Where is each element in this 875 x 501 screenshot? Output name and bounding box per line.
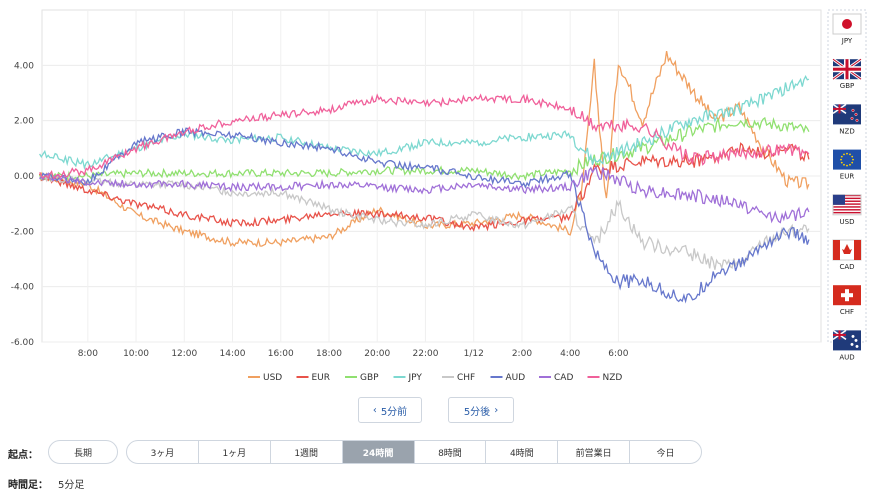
x-tick-label: 4:00 xyxy=(560,349,580,359)
chart-grid xyxy=(41,9,822,343)
flag-star xyxy=(840,161,843,164)
range-option[interactable]: 8時間 xyxy=(415,441,487,463)
flag-star xyxy=(854,338,858,342)
flag-star xyxy=(851,334,855,338)
y-tick-label: 2.00 xyxy=(14,117,34,127)
legend-item-aud[interactable]: AUD xyxy=(490,373,526,383)
legend-item-nzd[interactable]: NZD xyxy=(587,373,623,383)
legend-label: CAD xyxy=(554,373,573,383)
range-label: 起点： xyxy=(8,450,38,461)
range-option[interactable]: 前営業日 xyxy=(558,441,631,463)
flag-star xyxy=(843,163,845,166)
x-tick-label: 6:00 xyxy=(608,349,628,359)
flag-label: AUD xyxy=(839,353,854,361)
legend-label: AUD xyxy=(506,373,526,383)
legend-item-cad[interactable]: CAD xyxy=(539,373,573,383)
legend-label: USD xyxy=(263,373,282,383)
chevron-right-icon: › xyxy=(494,404,499,416)
range-selector: 3ヶ月 1ヶ月 1週間 24時間 8時間 4時間 前営業日 今日 xyxy=(126,440,702,464)
range-option[interactable]: 1週間 xyxy=(271,441,343,463)
flag-label: USD xyxy=(840,218,855,226)
flag-star xyxy=(843,153,845,156)
flag-stripe xyxy=(833,209,861,211)
flag-star xyxy=(851,108,855,112)
y-tick-label: 4.00 xyxy=(14,61,34,71)
flag-star xyxy=(851,161,854,164)
flag-canton xyxy=(833,194,845,205)
flag-aud[interactable]: AUD xyxy=(832,329,861,361)
flag-band xyxy=(854,240,861,260)
range-option[interactable]: 3ヶ月 xyxy=(127,441,199,463)
flag-stripe xyxy=(833,206,861,208)
legend-item-usd[interactable]: USD xyxy=(248,373,282,383)
legend-label: JPY xyxy=(408,373,423,383)
legend-label: EUR xyxy=(312,373,331,383)
flag-star xyxy=(855,118,859,122)
flag-star xyxy=(854,112,858,116)
y-tick-label: -2.00 xyxy=(11,227,35,237)
y-tick-label: -6.00 xyxy=(11,338,35,348)
flag-label: CHF xyxy=(840,308,854,316)
x-tick-label: 14:00 xyxy=(220,349,246,359)
flag-label: EUR xyxy=(840,173,855,181)
x-tick-label: 12:00 xyxy=(171,349,197,359)
chart-legend: USD EUR GBP JPY CHF AUD CAD NZD xyxy=(248,373,622,383)
y-axis: 4.00 2.00 0.00 -2.00 -4.00 -6.00 xyxy=(11,61,35,348)
range-option[interactable]: 今日 xyxy=(630,441,701,463)
flag-label: NZD xyxy=(839,127,854,135)
legend-label: NZD xyxy=(603,373,623,383)
range-option[interactable]: 4時間 xyxy=(486,441,559,463)
flag-star xyxy=(849,153,851,156)
prev-5min-button[interactable]: ‹ 5分前 xyxy=(358,397,422,423)
flag-star xyxy=(846,164,848,167)
flag-cross xyxy=(833,333,846,336)
range-option[interactable]: 24時間 xyxy=(342,441,415,463)
next-5min-button[interactable]: 5分後 › xyxy=(448,397,514,423)
range-option[interactable]: 1ヶ月 xyxy=(199,441,271,463)
y-tick-label: -4.00 xyxy=(11,283,35,293)
x-tick-label: 22:00 xyxy=(413,349,439,359)
chevron-left-icon: ‹ xyxy=(372,404,377,416)
x-tick-label: 8:00 xyxy=(78,349,98,359)
currency-flag-panel: JPY GBP NZD EUR USD CAD CHF AUD xyxy=(827,9,867,361)
flag-star xyxy=(850,116,854,120)
flag-star xyxy=(855,344,859,348)
range-long-button[interactable]: 長期 xyxy=(48,440,118,464)
x-tick-label: 2:00 xyxy=(512,349,532,359)
interval-label: 時間足： xyxy=(8,480,48,491)
flag-label: GBP xyxy=(840,82,854,90)
y-tick-label: 0.00 xyxy=(14,172,34,182)
legend-item-gbp[interactable]: GBP xyxy=(345,373,379,383)
flag-star xyxy=(852,158,854,161)
flag-star xyxy=(850,342,854,346)
interval-value: 5分足 xyxy=(58,480,85,491)
flag-stripe xyxy=(833,211,861,214)
flag-star xyxy=(846,152,848,155)
x-tick-label: 10:00 xyxy=(123,349,149,359)
flag-star xyxy=(840,155,843,158)
flag-label: JPY xyxy=(841,37,853,45)
legend-item-eur[interactable]: EUR xyxy=(296,373,331,383)
x-axis: 8:00 10:00 12:00 14:00 16:00 18:00 20:00 22:00 1… xyxy=(78,349,629,359)
x-tick-label: 18:00 xyxy=(316,349,342,359)
x-tick-label: 16:00 xyxy=(268,349,294,359)
flag-cross xyxy=(833,67,861,71)
flag-star xyxy=(849,163,851,166)
flag-band xyxy=(833,240,840,260)
flag-cross xyxy=(833,107,846,110)
x-tick-label: 20:00 xyxy=(364,349,390,359)
legend-label: CHF xyxy=(457,373,475,383)
legend-item-chf[interactable]: CHF xyxy=(442,373,475,383)
x-tick-label: 1/12 xyxy=(464,349,484,359)
flag-star xyxy=(851,155,854,158)
flag-disc xyxy=(842,19,852,29)
flag-star xyxy=(840,158,842,161)
legend-item-jpy[interactable]: JPY xyxy=(393,373,423,383)
legend-label: GBP xyxy=(360,373,379,383)
flag-cross xyxy=(841,293,853,298)
flag-bg xyxy=(833,149,861,170)
chart: 4.00 2.00 0.00 -2.00 -4.00 -6.00 8:00 10:00 12:… xyxy=(11,9,867,383)
flag-label: CAD xyxy=(839,263,854,271)
